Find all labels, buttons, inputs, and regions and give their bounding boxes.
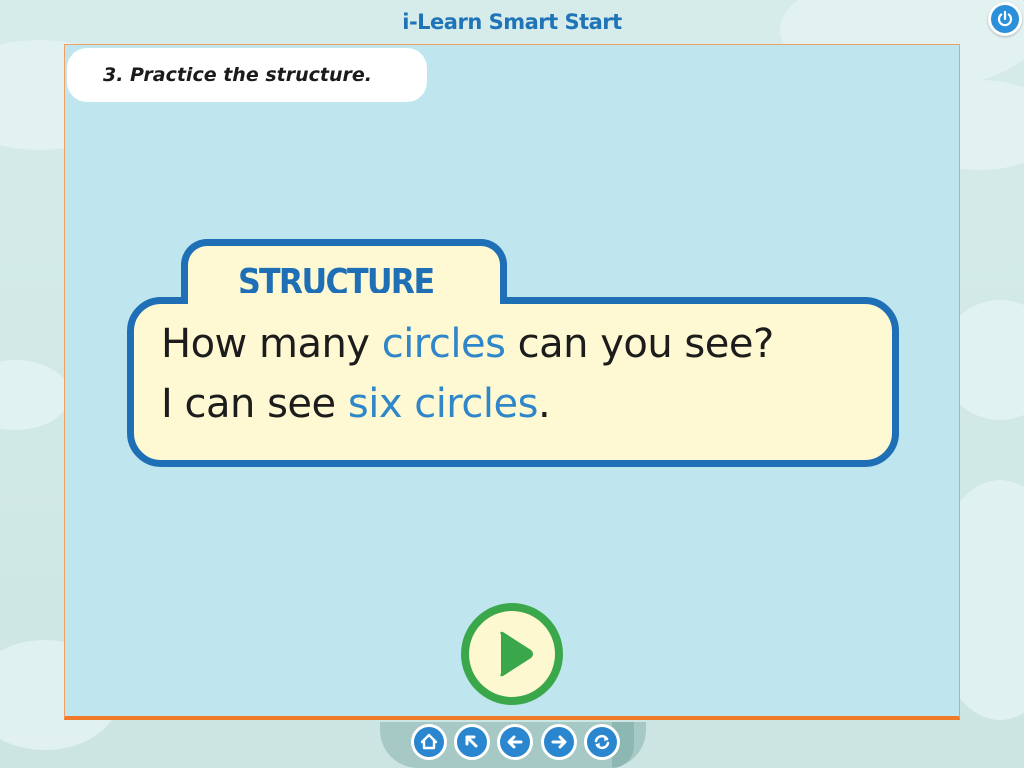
previous-button[interactable]: [497, 724, 533, 760]
highlight-word: circles: [381, 321, 506, 367]
arrow-left-icon: [507, 735, 523, 749]
app-title: i-Learn Smart Start: [402, 10, 622, 34]
power-icon: [997, 10, 1013, 27]
home-icon: [420, 733, 438, 750]
structure-question: How many circles can you see?: [161, 321, 774, 367]
highlight-phrase: six circles: [347, 381, 539, 427]
arrow-right-icon: [551, 735, 567, 749]
lesson-stage: 3. Practice the structure. STRUCTURE How…: [64, 44, 960, 720]
home-button[interactable]: [411, 724, 447, 760]
refresh-icon: [594, 734, 610, 750]
play-icon: [500, 631, 533, 677]
menu-button[interactable]: [454, 724, 490, 760]
play-button[interactable]: [461, 603, 563, 705]
arrow-up-left-icon: [465, 735, 478, 748]
replay-button[interactable]: [584, 724, 620, 760]
structure-answer: I can see six circles.: [161, 381, 551, 427]
power-button[interactable]: [988, 2, 1022, 36]
next-button[interactable]: [541, 724, 577, 760]
instruction-label: 3. Practice the structure.: [67, 48, 427, 102]
